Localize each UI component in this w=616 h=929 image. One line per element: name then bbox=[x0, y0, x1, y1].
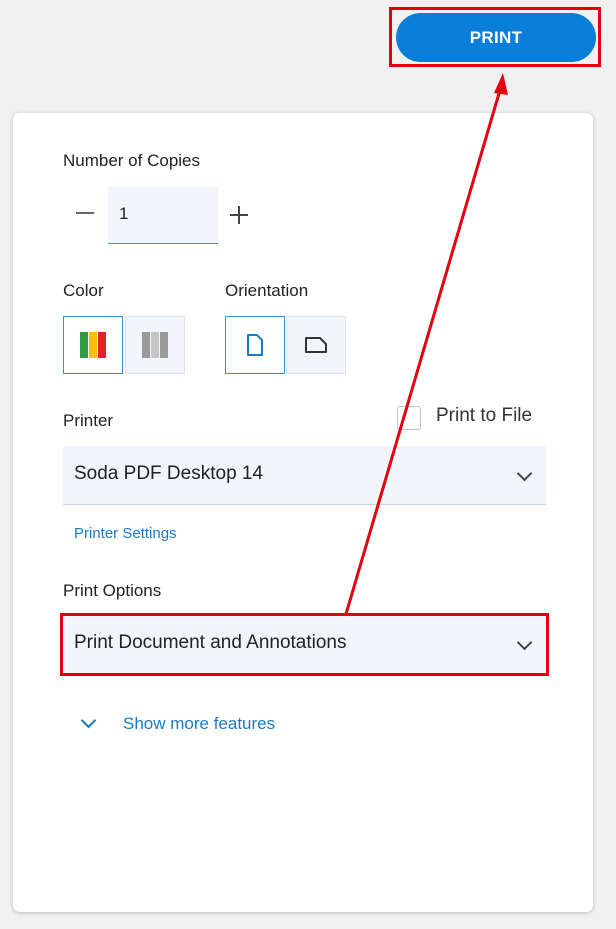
orientation-label: Orientation bbox=[225, 281, 309, 300]
decrement-copies-button[interactable] bbox=[73, 201, 97, 225]
chevron-down-icon bbox=[516, 465, 533, 482]
chevron-down-icon bbox=[516, 634, 533, 651]
print-to-file-label[interactable]: Print to File bbox=[436, 405, 532, 427]
show-more-features-link[interactable]: Show more features bbox=[123, 714, 275, 734]
print-to-file-checkbox[interactable] bbox=[397, 406, 421, 430]
increment-copies-button[interactable] bbox=[227, 203, 251, 227]
printer-settings-link[interactable]: Printer Settings bbox=[74, 525, 177, 542]
landscape-option-button[interactable] bbox=[286, 316, 346, 374]
print-options-label: Print Options bbox=[63, 581, 162, 600]
grayscale-option-button[interactable] bbox=[125, 316, 185, 374]
print-options-select-value: Print Document and Annotations bbox=[74, 632, 347, 653]
color-label: Color bbox=[63, 281, 104, 300]
portrait-page-icon bbox=[247, 334, 263, 356]
printer-select-value: Soda PDF Desktop 14 bbox=[74, 463, 264, 484]
printer-label: Printer bbox=[63, 411, 114, 430]
print-button[interactable]: PRINT bbox=[396, 13, 596, 62]
copies-label: Number of Copies bbox=[63, 151, 201, 170]
printer-select[interactable]: Soda PDF Desktop 14 bbox=[63, 446, 546, 505]
portrait-option-button[interactable] bbox=[225, 316, 285, 374]
copies-input[interactable]: 1 bbox=[108, 186, 218, 244]
grayscale-bars-icon bbox=[142, 332, 168, 358]
landscape-page-icon bbox=[305, 337, 327, 353]
print-options-select[interactable]: Print Document and Annotations bbox=[63, 615, 546, 674]
chevron-down-icon[interactable] bbox=[80, 712, 97, 729]
color-bars-icon bbox=[80, 332, 106, 358]
print-settings-panel: Number of Copies 1 Color Orientation Pri… bbox=[13, 113, 593, 912]
color-option-button[interactable] bbox=[63, 316, 123, 374]
